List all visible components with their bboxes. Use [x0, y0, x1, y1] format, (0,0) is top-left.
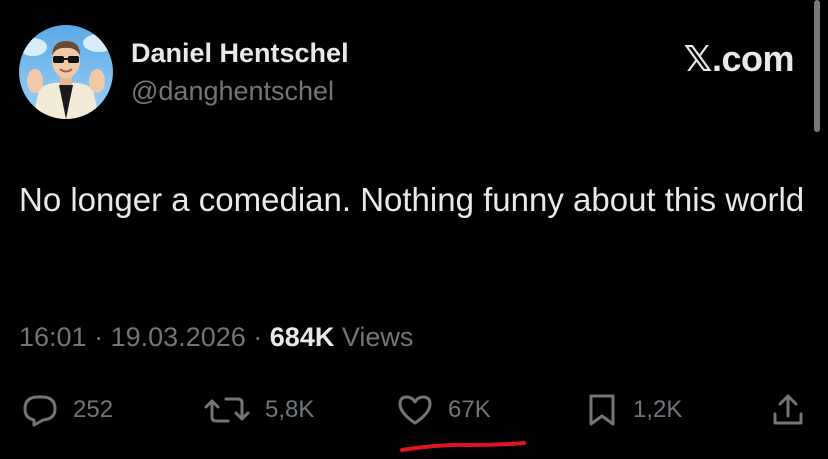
red-underline-annotation [400, 441, 526, 452]
author-handle[interactable]: @danghentschel [131, 76, 334, 107]
scrollbar[interactable] [814, 0, 820, 132]
bookmark-button[interactable]: 1,2K [585, 390, 682, 430]
reply-icon [23, 395, 57, 427]
bookmark-icon [589, 394, 615, 426]
like-count: 67K [448, 396, 491, 423]
views-count: 684K [269, 322, 335, 352]
repost-count: 5,8K [265, 396, 315, 423]
avatar-image [19, 25, 113, 119]
tweet-text: No longer a comedian. Nothing funny abou… [19, 181, 805, 218]
heart-icon [398, 395, 432, 425]
avatar[interactable] [19, 25, 113, 119]
reply-button[interactable]: 252 [21, 390, 113, 430]
meta-separator: · [253, 322, 263, 352]
bookmark-count: 1,2K [633, 396, 683, 423]
tweet-meta: 16:01 · 19.03.2026 · 684K Views [19, 322, 413, 353]
author-name[interactable]: Daniel Hentschel [131, 38, 349, 69]
repost-icon [204, 397, 250, 423]
brand-logo: 𝕏.com [683, 38, 794, 79]
like-button[interactable]: 67K [396, 390, 491, 430]
views-label: Views [341, 322, 414, 352]
meta-separator: · [94, 322, 104, 352]
repost-button[interactable]: 5,8K [203, 390, 314, 430]
tweet-date[interactable]: 19.03.2026 [111, 322, 246, 352]
share-button[interactable] [770, 390, 806, 430]
reply-count: 252 [73, 396, 114, 423]
tweet-time[interactable]: 16:01 [19, 322, 87, 352]
share-icon [773, 394, 803, 425]
